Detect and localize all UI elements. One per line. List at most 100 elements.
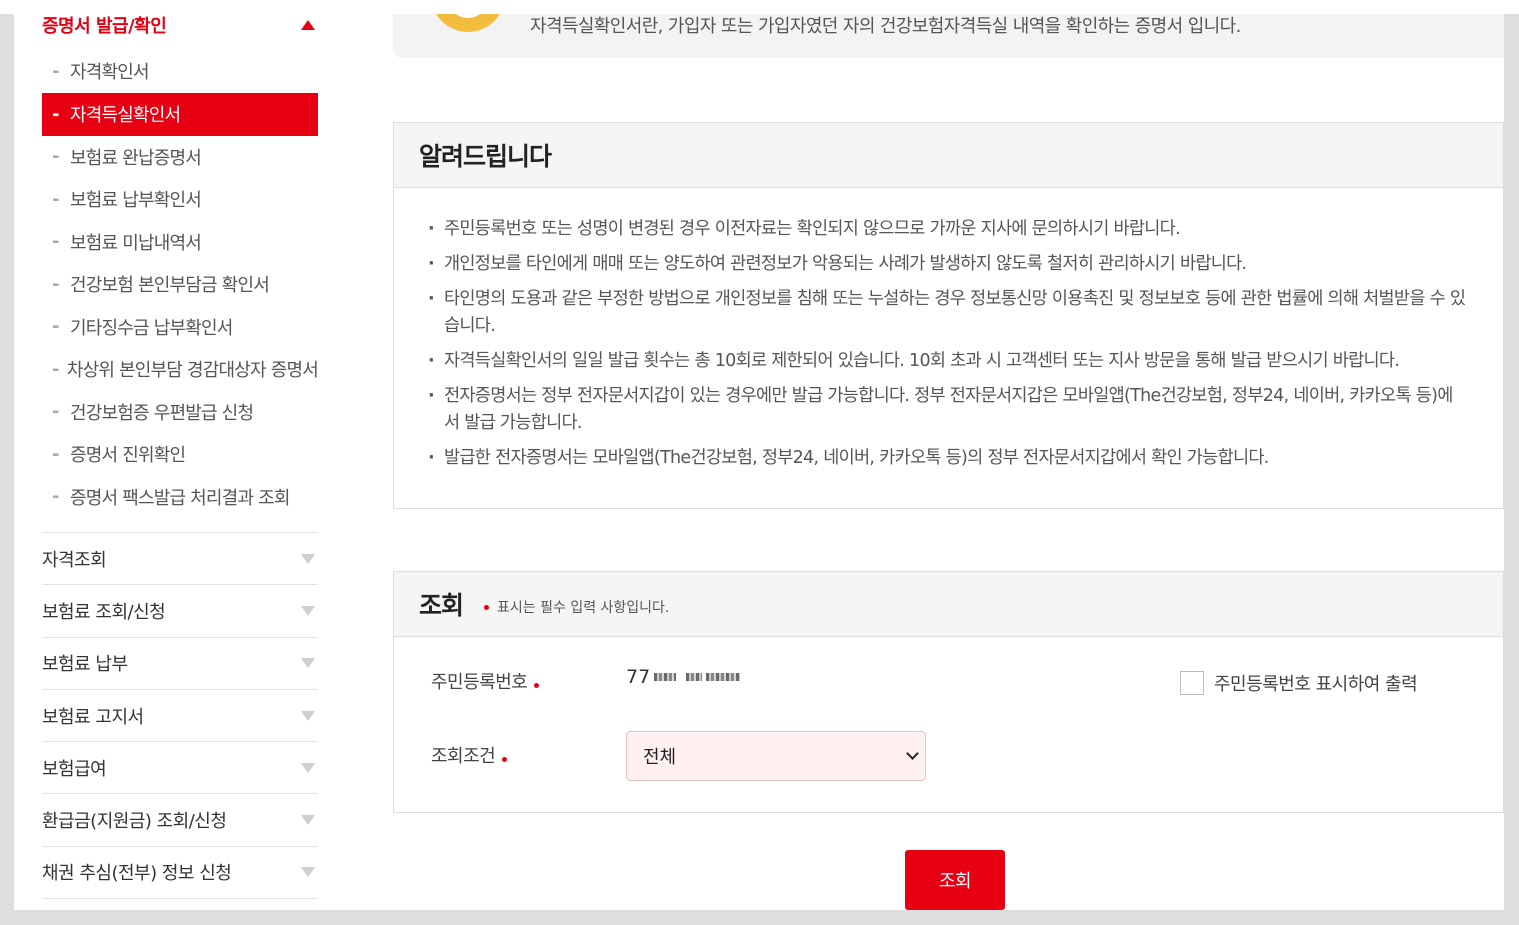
sidebar-category[interactable]: 보험급여 [42, 742, 318, 795]
search-box: 조회 표시는 필수 입력 사항입니다. 주민등록번호 77 주민등록번호 표시하… [393, 571, 1504, 813]
expand-arrow-icon[interactable] [301, 710, 315, 721]
show-rrn-checkbox-row[interactable]: 주민등록번호 표시하여 출력 [1180, 670, 1418, 696]
sidebar-category-label: 보험료 고지서 [42, 706, 144, 728]
sidebar-item[interactable]: - 기타징수금 납부확인서 [42, 306, 318, 349]
sidebar-category[interactable]: 건강검진 [42, 899, 318, 910]
condition-select[interactable]: 전체 [626, 731, 926, 781]
sidebar-category-label: 보험급여 [42, 758, 107, 780]
sidebar-item-label: 보험료 납부확인서 [70, 190, 202, 212]
sidebar-item[interactable]: - 건강보험증 우편발급 신청 [42, 391, 318, 434]
sidebar-item[interactable]: - 증명서 팩스발급 처리결과 조회 [42, 476, 318, 519]
notice-item: 개인정보를 타인에게 매매 또는 양도하여 관련정보가 악용되는 사례가 발생하… [428, 251, 1467, 278]
sidebar-item-label: 차상위 본인부담 경감대상자 증명서 [66, 360, 319, 382]
rrn-value-text: 77 [626, 666, 651, 688]
expand-arrow-icon[interactable] [301, 658, 315, 669]
expand-arrow-icon[interactable] [301, 605, 315, 616]
sidebar-item-label: 기타징수금 납부확인서 [70, 317, 233, 339]
notice-box: 알려드립니다 주민등록번호 또는 성명이 변경된 경우 이전자료는 확인되지 않… [393, 122, 1504, 509]
notice-item: 주민등록번호 또는 성명이 변경된 경우 이전자료는 확인되지 않으므로 가까운… [428, 216, 1467, 243]
page-frame: 증명서 발급/확인 - 자격확인서 - 자격득실확인서 - 보험료 완납증명서 - 보험료 납… [14, 14, 1504, 910]
dash-icon: - [52, 188, 59, 210]
condition-label: 조회조건 [431, 742, 515, 768]
sidebar-item[interactable]: - 자격득실확인서 [42, 92, 318, 136]
show-rrn-label: 주민등록번호 표시하여 출력 [1214, 674, 1418, 695]
sidebar-item-label: 보험료 완납증명서 [70, 147, 202, 169]
dash-icon: - [52, 358, 59, 380]
rrn-value: 77 [626, 666, 741, 688]
sidebar-section-certificates[interactable]: 증명서 발급/확인 [42, 14, 318, 50]
expand-arrow-icon[interactable] [301, 762, 315, 773]
sidebar-item-label: 증명서 진위확인 [70, 445, 186, 467]
sidebar-item[interactable]: - 보험료 미납내역서 [42, 221, 318, 264]
notice-header: 알려드립니다 [394, 123, 1503, 188]
sidebar-category[interactable]: 채권 추심(전부) 정보 신청 [42, 847, 318, 900]
dash-icon: - [52, 146, 59, 168]
sidebar-category-label: 채권 추심(전부) 정보 신청 [42, 863, 232, 885]
dash-icon: - [52, 273, 59, 295]
sidebar-item-label: 보험료 미납내역서 [70, 232, 202, 254]
dash-icon: - [52, 60, 59, 82]
search-title: 조회 [419, 591, 464, 620]
chevron-down-icon [906, 747, 919, 760]
notice-item: 타인명의 도용과 같은 부정한 방법으로 개인정보를 침해 또는 누설하는 경우… [428, 286, 1467, 340]
sidebar-item[interactable]: - 보험료 납부확인서 [42, 178, 318, 221]
required-note-text: 표시는 필수 입력 사항입니다. [497, 600, 670, 616]
sidebar-category[interactable]: 보험료 고지서 [42, 690, 318, 743]
intro-description: 자격득실확인서란, 가입자 또는 가입자였던 자의 건강보험자격득실 내역을 확… [530, 16, 1241, 37]
sidebar-item[interactable]: - 증명서 진위확인 [42, 433, 318, 476]
sidebar-item[interactable]: - 차상위 본인부담 경감대상자 증명서 [42, 348, 319, 391]
condition-row: 조회조건 [431, 742, 515, 768]
search-header: 조회 표시는 필수 입력 사항입니다. [394, 572, 1503, 637]
dash-icon: - [52, 401, 59, 423]
dash-icon: - [52, 443, 59, 465]
sidebar-item-label: 건강보험 본인부담금 확인서 [70, 275, 270, 297]
intro-box: 자격득실확인서란, 가입자 또는 가입자였던 자의 건강보험자격득실 내역을 확… [393, 14, 1504, 58]
sidebar-category[interactable]: 자격조회 [42, 533, 318, 586]
dash-icon: - [52, 103, 59, 125]
rrn-label-text: 주민등록번호 [431, 672, 528, 693]
sidebar-category-label: 자격조회 [42, 549, 107, 571]
expand-arrow-icon[interactable] [301, 815, 315, 826]
expand-arrow-icon[interactable] [301, 867, 315, 878]
sidebar: 증명서 발급/확인 - 자격확인서 - 자격득실확인서 - 보험료 완납증명서 - 보험료 납… [42, 14, 319, 910]
masked-digits [706, 673, 741, 681]
sidebar-section-title: 증명서 발급/확인 [42, 16, 167, 37]
notice-item: 자격득실확인서의 일일 발급 횟수는 총 10회로 제한되어 있습니다. 10회… [428, 348, 1467, 375]
masked-digits [654, 673, 677, 681]
sidebar-category[interactable]: 보험료 납부 [42, 638, 318, 690]
dash-icon: - [52, 486, 59, 508]
required-note: 표시는 필수 입력 사항입니다. [479, 597, 669, 617]
sidebar-sub-list: - 자격확인서 - 자격득실확인서 - 보험료 완납증명서 - 보험료 납부확인서 - 보험료 미… [42, 50, 319, 533]
condition-select-value: 전체 [643, 747, 677, 768]
rrn-row: 주민등록번호 [431, 668, 547, 694]
notice-title: 알려드립니다 [419, 142, 552, 171]
sidebar-category-label: 보험료 조회/신청 [42, 601, 166, 623]
required-dot-icon [484, 604, 490, 610]
sidebar-category[interactable]: 보험료 조회/신청 [42, 585, 318, 638]
notice-list: 주민등록번호 또는 성명이 변경된 경우 이전자료는 확인되지 않으므로 가까운… [394, 188, 1503, 472]
sidebar-item[interactable]: - 자격확인서 [42, 50, 318, 93]
dash-icon: - [52, 231, 59, 253]
masked-digits [686, 673, 703, 681]
show-rrn-checkbox[interactable] [1180, 671, 1204, 695]
sidebar-category[interactable]: 환급금(지원금) 조회/신청 [42, 794, 318, 847]
search-submit-button[interactable]: 조회 [905, 850, 1005, 910]
sidebar-category-label: 환급금(지원금) 조회/신청 [42, 811, 227, 833]
condition-label-text: 조회조건 [431, 746, 496, 767]
sidebar-item-label: 자격확인서 [70, 62, 150, 84]
sidebar-item[interactable]: - 건강보험 본인부담금 확인서 [42, 263, 318, 306]
document-icon [431, 14, 505, 32]
required-dot-icon [502, 757, 508, 762]
dash-icon: - [52, 316, 59, 338]
sidebar-item[interactable]: - 보험료 완납증명서 [42, 136, 318, 179]
required-dot-icon [534, 683, 540, 688]
sidebar-item-label: 자격득실확인서 [70, 105, 181, 126]
expand-arrow-icon[interactable] [301, 553, 315, 564]
notice-item: 발급한 전자증명서는 모바일앱(The건강보험, 정부24, 네이버, 카카오톡… [428, 445, 1467, 472]
sidebar-item-label: 건강보험증 우편발급 신청 [70, 402, 254, 424]
collapse-arrow-icon[interactable] [301, 20, 315, 30]
sidebar-item-label: 증명서 팩스발급 처리결과 조회 [70, 487, 290, 509]
sidebar-category-label: 보험료 납부 [42, 654, 128, 676]
notice-item: 전자증명서는 정부 전자문서지갑이 있는 경우에만 발급 가능합니다. 정부 전… [428, 383, 1467, 437]
sidebar-category-list: 자격조회보험료 조회/신청보험료 납부보험료 고지서보험급여환급금(지원금) 조… [42, 533, 318, 910]
